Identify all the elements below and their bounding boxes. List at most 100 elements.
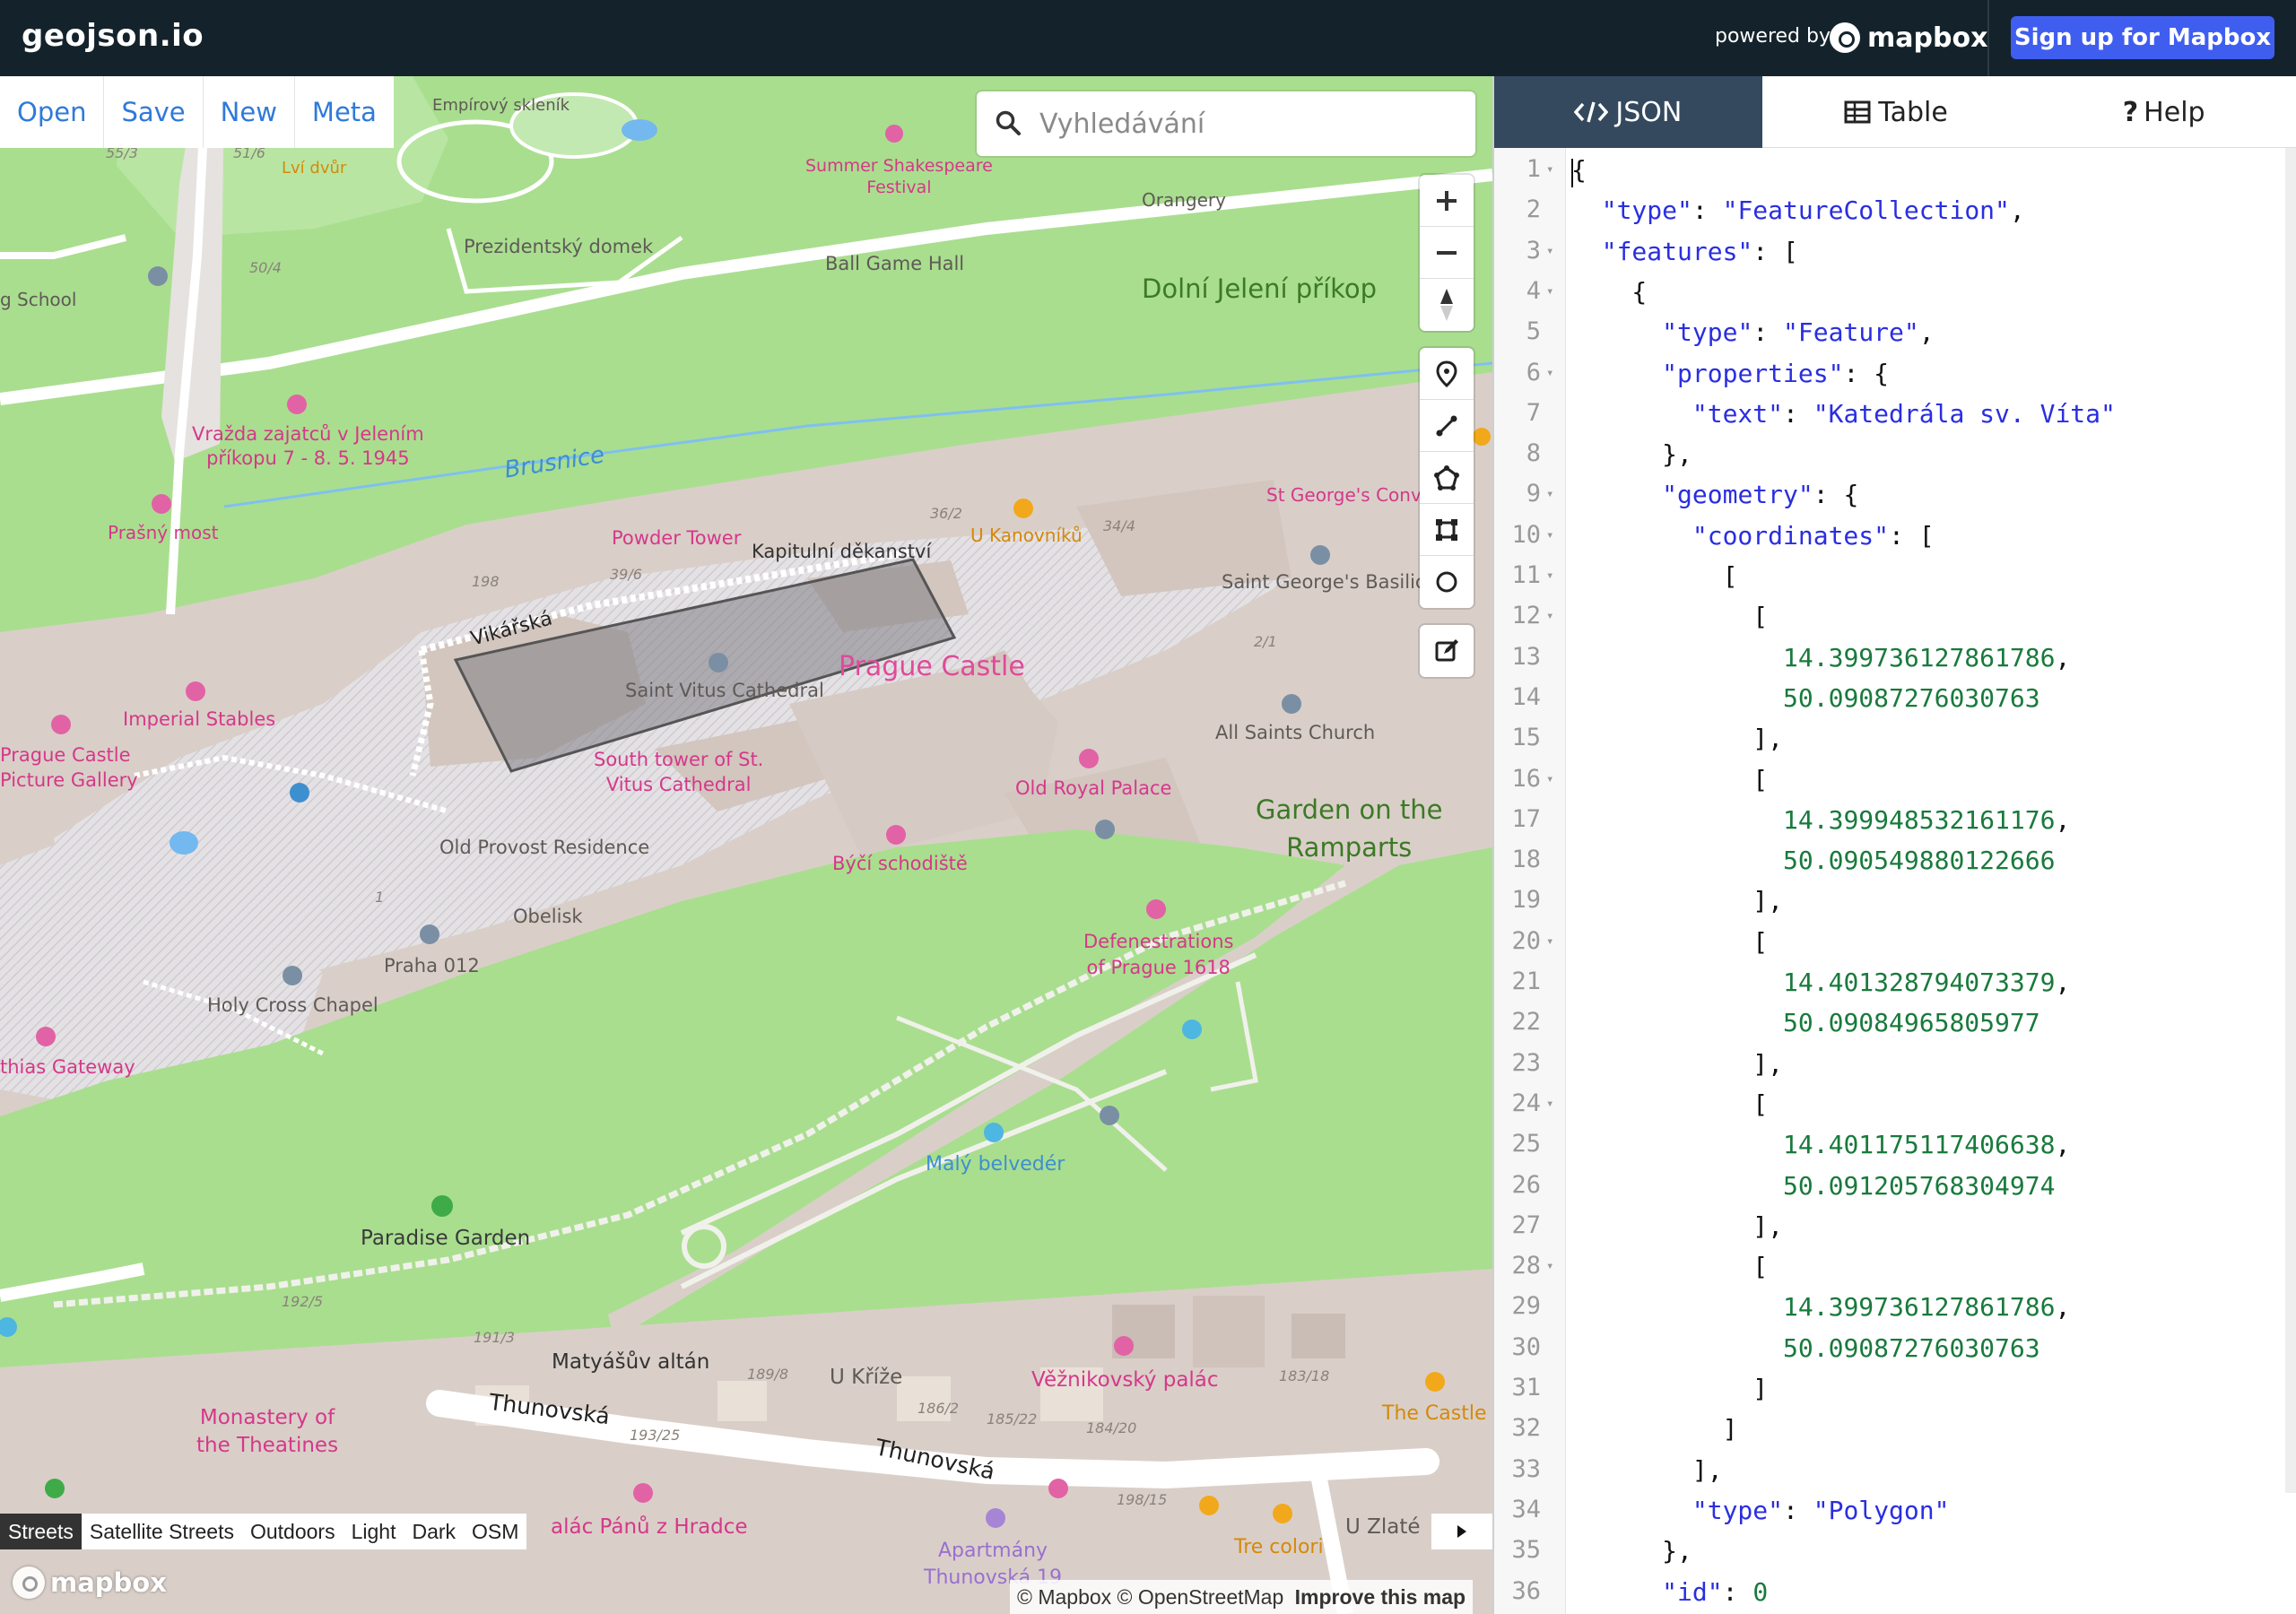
code-line[interactable]: "type": "FeatureCollection", — [1571, 195, 2025, 225]
collapse-panel-button[interactable] — [1431, 1514, 1492, 1549]
code-line[interactable]: 50.09084965805977 — [1571, 1008, 2040, 1037]
tab-help[interactable]: ? Help — [2030, 76, 2296, 148]
json-editor[interactable]: 1 ▾ 2 3 ▾ 4 ▾ 5 6 ▾ 7 8 9 ▾ 10 ▾ 11 ▾ 12 ▾ 13 14 15 16 ▾ 17 18 19 20… — [1494, 148, 2296, 1614]
compass-button[interactable] — [1420, 279, 1474, 331]
fold-toggle-icon[interactable]: ▾ — [1546, 568, 1553, 583]
code-line[interactable]: ], — [1571, 1455, 1723, 1485]
code-line[interactable]: "geometry": { — [1571, 480, 1858, 509]
map-label: St George's Conve — [1266, 484, 1433, 506]
plus-icon — [1437, 190, 1457, 211]
map-label: U Kříže — [830, 1366, 903, 1389]
code-line[interactable]: ], — [1571, 724, 1783, 753]
fold-toggle-icon[interactable]: ▾ — [1546, 366, 1553, 380]
code-line[interactable]: 50.090549880122666 — [1571, 846, 2055, 875]
code-line[interactable]: 14.401175117406638, — [1571, 1130, 2070, 1159]
code-line[interactable]: }, — [1571, 439, 1692, 469]
panel-tabs: JSON Table ? Help — [1494, 76, 2296, 148]
code-line[interactable]: 14.401328794073379, — [1571, 968, 2070, 997]
house-number: 185/22 — [987, 1410, 1038, 1427]
house-number: 183/18 — [1279, 1367, 1330, 1384]
line-number: 31 — [1511, 1374, 1541, 1401]
draw-polygon-button[interactable] — [1420, 452, 1474, 504]
zoom-out-button[interactable] — [1420, 227, 1474, 279]
map-label: Prašný most — [108, 522, 219, 543]
draw-marker-button[interactable] — [1420, 348, 1474, 400]
menu-meta[interactable]: Meta — [295, 76, 394, 148]
style-dark[interactable]: Dark — [404, 1514, 464, 1549]
code-line[interactable]: { — [1571, 277, 1647, 307]
code-line[interactable]: [ — [1571, 1089, 1768, 1119]
fold-toggle-icon[interactable]: ▾ — [1546, 284, 1553, 299]
map-label: Orangery — [1142, 189, 1226, 211]
attribution-text[interactable]: © Mapbox © OpenStreetMap — [1017, 1585, 1283, 1609]
code-line[interactable]: 50.09087276030763 — [1571, 683, 2040, 713]
draw-line-button[interactable] — [1420, 400, 1474, 452]
code-line[interactable]: [ — [1571, 765, 1768, 794]
code-line[interactable]: ], — [1571, 1049, 1783, 1079]
fold-toggle-icon[interactable]: ▾ — [1546, 772, 1553, 786]
map-label: Imperial Stables — [123, 708, 276, 730]
map-label: Monastery of the Theatines — [196, 1406, 339, 1457]
line-number: 13 — [1511, 642, 1541, 671]
edit-layers-button[interactable] — [1420, 625, 1474, 677]
code-line[interactable]: [ — [1571, 561, 1738, 591]
mapbox-map-logo[interactable]: mapbox — [13, 1565, 167, 1601]
menu-save[interactable]: Save — [104, 76, 204, 148]
fold-toggle-icon[interactable]: ▾ — [1546, 487, 1553, 501]
code-line[interactable]: 50.091205768304974 — [1571, 1171, 2055, 1201]
style-light[interactable]: Light — [344, 1514, 404, 1549]
code-line[interactable]: "type": "Feature", — [1571, 317, 1934, 347]
fold-toggle-icon[interactable]: ▾ — [1546, 244, 1553, 258]
search-input[interactable] — [1039, 100, 1461, 147]
code-line[interactable]: 14.399736127861786, — [1571, 643, 2070, 672]
fold-toggle-icon[interactable]: ▾ — [1546, 528, 1553, 542]
draw-rectangle-button[interactable] — [1420, 504, 1474, 556]
code-line[interactable]: "id": 0 — [1571, 1577, 1768, 1607]
code-line[interactable]: "coordinates": [ — [1571, 521, 1935, 551]
code-line[interactable]: ] — [1571, 1414, 1738, 1444]
fold-toggle-icon[interactable]: ▾ — [1546, 1097, 1553, 1111]
line-number: 9 — [1526, 480, 1541, 508]
code-line[interactable]: "features": [ — [1571, 237, 1798, 266]
fold-toggle-icon[interactable]: ▾ — [1546, 162, 1553, 177]
app-logo[interactable]: geojson.io — [22, 18, 204, 54]
code-line[interactable]: [ — [1571, 1252, 1768, 1281]
map[interactable]: Empírový skleník Lví dvůr Summer Shakesp… — [0, 76, 1492, 1614]
tab-json[interactable]: JSON — [1494, 76, 1762, 148]
style-satellite-streets[interactable]: Satellite Streets — [82, 1514, 242, 1549]
tab-table[interactable]: Table — [1762, 76, 2031, 148]
rectangle-icon — [1436, 518, 1457, 541]
style-outdoors[interactable]: Outdoors — [242, 1514, 344, 1549]
code-line[interactable]: ], — [1571, 1211, 1783, 1241]
code-line[interactable]: "text": "Katedrála sv. Víta" — [1571, 399, 2116, 429]
code-line[interactable]: 14.399736127861786, — [1571, 1292, 2070, 1322]
attribution: © Mapbox © OpenStreetMap Improve this ma… — [1010, 1580, 1474, 1614]
scrollbar[interactable] — [2285, 148, 2296, 1493]
mapbox-brand[interactable]: mapbox — [1830, 20, 1987, 56]
mapbox-brand-text: mapbox — [1867, 22, 1988, 54]
style-streets[interactable]: Streets — [0, 1514, 82, 1549]
fold-toggle-icon[interactable]: ▾ — [1546, 1259, 1553, 1273]
style-osm[interactable]: OSM — [464, 1514, 526, 1549]
menu-new[interactable]: New — [204, 76, 295, 148]
line-number: 32 — [1511, 1414, 1541, 1443]
draw-circle-button[interactable] — [1420, 556, 1474, 608]
improve-map-link[interactable]: Improve this map — [1295, 1585, 1465, 1609]
code-line[interactable]: }, — [1571, 1536, 1692, 1566]
code-line[interactable]: { — [1571, 155, 1587, 185]
fold-toggle-icon[interactable]: ▾ — [1546, 609, 1553, 623]
code-line[interactable]: [ — [1571, 927, 1768, 957]
code-line[interactable]: "type": "Polygon" — [1571, 1496, 1950, 1525]
code-line[interactable]: "properties": { — [1571, 359, 1889, 388]
code-line[interactable]: 50.09087276030763 — [1571, 1333, 2040, 1363]
code-line[interactable]: ] — [1571, 1374, 1768, 1403]
code-line[interactable]: [ — [1571, 602, 1768, 631]
menu-open[interactable]: Open — [0, 76, 105, 148]
signup-button[interactable]: Sign up for Mapbox — [2011, 16, 2274, 59]
map-label: Obelisk — [513, 906, 583, 927]
zoom-in-button[interactable] — [1420, 175, 1474, 227]
code-line[interactable]: 14.399948532161176, — [1571, 805, 2070, 835]
tab-help-label: Help — [2144, 96, 2205, 128]
code-line[interactable]: ], — [1571, 886, 1783, 915]
fold-toggle-icon[interactable]: ▾ — [1546, 934, 1553, 949]
